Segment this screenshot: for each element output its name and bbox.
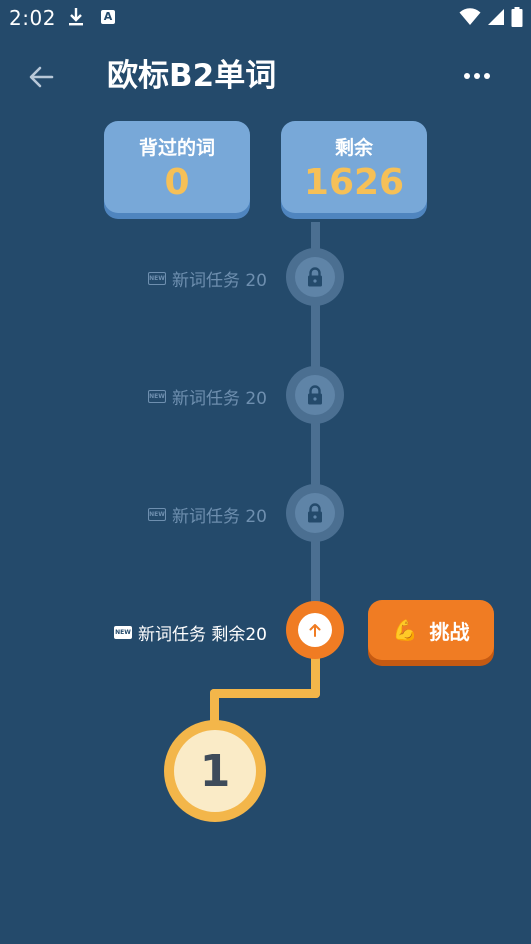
arrow-up-icon [309, 624, 321, 637]
wifi-icon [459, 8, 481, 25]
more-options-button[interactable] [461, 66, 493, 86]
status-bar: 2:02 A [0, 0, 531, 36]
app-bar: 欧标B2单词 [0, 44, 531, 108]
challenge-button[interactable]: 💪 挑战 [368, 600, 494, 660]
remaining-words-card: 剩余 1626 [281, 121, 427, 213]
lock-icon [308, 267, 322, 287]
remaining-words-value: 1626 [303, 162, 405, 203]
more-dot-icon [464, 73, 470, 79]
task-label-current: NEW 新词任务 剩余20 [113, 620, 267, 645]
learned-words-label: 背过的词 [138, 137, 215, 159]
level-badge[interactable]: 1 [164, 720, 266, 822]
page-title: 欧标B2单词 [107, 58, 277, 94]
new-badge-icon: NEW [147, 390, 166, 403]
locked-task-node-1[interactable] [286, 248, 344, 306]
level-number: 1 [174, 730, 256, 812]
battery-icon [511, 7, 523, 27]
remaining-words-label: 剩余 [334, 137, 373, 159]
download-icon [69, 8, 83, 26]
current-task-node[interactable] [286, 601, 344, 659]
status-icons [459, 6, 523, 28]
learned-words-value: 0 [164, 162, 190, 203]
signal-icon [488, 9, 504, 25]
task-label-2: NEW 新词任务 20 [147, 384, 267, 409]
task-label-text: 新词任务 20 [171, 389, 267, 409]
task-label-1: NEW 新词任务 20 [147, 266, 267, 291]
task-label-text: 新词任务 20 [171, 507, 267, 527]
flexed-bicep-icon: 💪 [392, 618, 418, 642]
more-dot-icon [484, 73, 490, 79]
task-label-text: 新词任务 剩余20 [137, 625, 267, 645]
more-dot-icon [474, 73, 480, 79]
new-badge-icon: NEW [147, 508, 166, 521]
back-arrow-icon[interactable] [26, 62, 56, 92]
task-label-text: 新词任务 20 [171, 271, 267, 291]
level-path-horizontal [210, 689, 320, 698]
lock-icon [308, 503, 322, 523]
new-badge-icon: NEW [113, 626, 132, 639]
locked-task-node-3[interactable] [286, 484, 344, 542]
learned-words-card: 背过的词 0 [104, 121, 250, 213]
challenge-button-label: 挑战 [429, 619, 470, 644]
status-time: 2:02 [9, 6, 56, 30]
task-label-3: NEW 新词任务 20 [147, 502, 267, 527]
a-badge-icon: A [101, 10, 115, 24]
locked-task-node-2[interactable] [286, 366, 344, 424]
lock-icon [308, 385, 322, 405]
new-badge-icon: NEW [147, 272, 166, 285]
